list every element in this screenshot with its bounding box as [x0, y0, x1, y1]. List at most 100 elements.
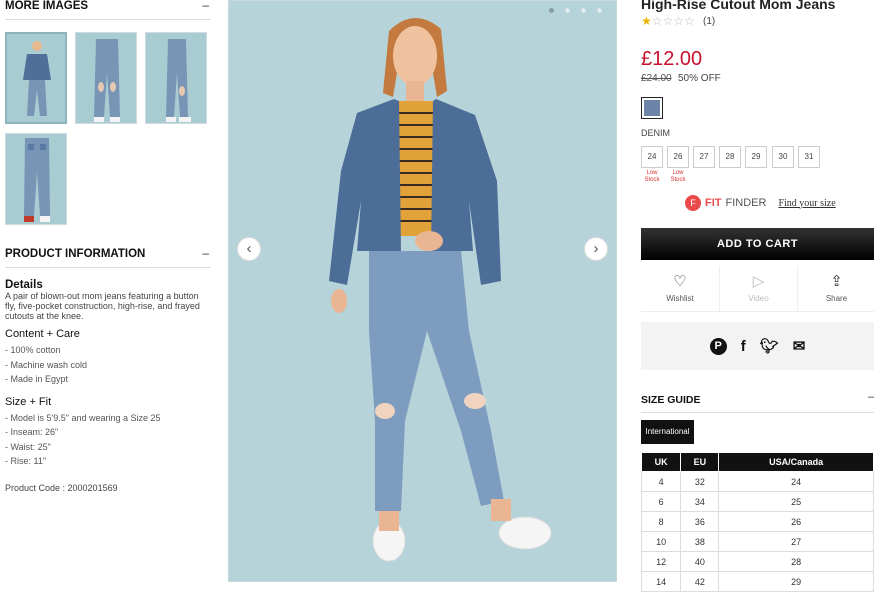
content-care-item: - 100% cotton: [5, 345, 61, 355]
heart-icon: ♡: [673, 273, 687, 290]
international-tab[interactable]: International: [641, 420, 694, 444]
thumbnail-4[interactable]: [5, 133, 67, 225]
email-icon[interactable]: ✉: [793, 337, 806, 355]
collapse-icon[interactable]: –: [202, 0, 209, 12]
thumbnail-3[interactable]: [145, 32, 207, 124]
size-guide-header[interactable]: SIZE GUIDE –: [641, 391, 874, 413]
table-row: 10 38 27: [640, 531, 874, 552]
current-price: £12.00: [641, 48, 703, 70]
more-images-title: MORE IMAGES: [5, 0, 89, 12]
size-option[interactable]: 24: [641, 146, 663, 168]
size-option[interactable]: 26: [667, 146, 689, 168]
color-swatch-denim[interactable]: [641, 97, 663, 119]
table-cell: 28: [718, 551, 874, 572]
product-code: Product Code : 2000201569: [5, 483, 118, 493]
size-option[interactable]: 28: [719, 146, 741, 168]
pinterest-icon[interactable]: P: [709, 337, 727, 355]
product-information-title: PRODUCT INFORMATION: [5, 248, 146, 260]
details-text: A pair of blown-out mom jeans featuring …: [5, 291, 200, 321]
main-product-image[interactable]: ‹ ›: [228, 0, 617, 582]
swatch-fill: [644, 100, 660, 116]
product-panel: High-Rise Cutout Mom Jeans ★☆☆☆☆ (1) £12…: [640, 0, 874, 601]
next-image-button[interactable]: ›: [584, 237, 608, 261]
left-column: MORE IMAGES – PRODUCT INFORMATION – Deta…: [0, 0, 215, 601]
table-cell: 10: [640, 531, 682, 552]
table-cell: 27: [718, 531, 874, 552]
fit-finder-label-finder: FINDER: [725, 197, 767, 209]
size-fit-item: - Rise: 11": [5, 456, 47, 466]
add-to-cart-button[interactable]: ADD TO CART: [641, 228, 874, 260]
table-cell: 29: [718, 571, 874, 592]
table-cell: 14: [640, 571, 682, 592]
review-count[interactable]: (1): [703, 16, 715, 27]
table-row: 8 36 26: [640, 511, 874, 532]
more-images-header[interactable]: MORE IMAGES –: [5, 0, 211, 20]
table-cell: 6: [640, 491, 682, 512]
discount-label: 50% OFF: [678, 73, 721, 84]
details-title: Details: [5, 279, 43, 291]
share-button[interactable]: ⇪ Share: [797, 266, 874, 312]
table-row: 12 40 28: [640, 551, 874, 572]
table-cell: 32: [680, 471, 720, 492]
table-cell: 42: [680, 571, 720, 592]
content-care-title: Content + Care: [5, 328, 80, 340]
column-header: EU: [680, 452, 720, 472]
collapse-icon[interactable]: –: [202, 246, 209, 260]
size-option[interactable]: 29: [745, 146, 767, 168]
play-icon: ▷: [752, 273, 765, 290]
table-cell: 36: [680, 511, 720, 532]
table-row: 6 34 25: [640, 491, 874, 512]
table-cell: 34: [680, 491, 720, 512]
table-cell: 4: [640, 471, 682, 492]
prev-image-button[interactable]: ‹: [237, 237, 261, 261]
share-label: Share: [825, 294, 848, 303]
column-header: UK: [640, 452, 682, 472]
carousel-dot[interactable]: [565, 8, 570, 13]
size-guide-table: UK EU USA/Canada 4 32 24 6 34 25 8 36 26…: [640, 452, 874, 592]
size-fit-item: - Waist: 25": [5, 442, 51, 452]
wishlist-label: Wishlist: [666, 294, 694, 303]
find-your-size-link[interactable]: Find your size: [778, 198, 835, 209]
table-header-row: UK EU USA/Canada: [640, 452, 874, 472]
low-stock-label: Low Stock: [644, 170, 660, 183]
model-illustration: [329, 17, 552, 562]
carousel-dot[interactable]: [581, 8, 586, 13]
table-cell: 24: [718, 471, 874, 492]
thumbnail-2[interactable]: [75, 32, 137, 124]
table-cell: 8: [640, 511, 682, 532]
video-label: Video: [748, 294, 769, 303]
size-fit-item: - Inseam: 26": [5, 427, 59, 437]
table-cell: 38: [680, 531, 720, 552]
fit-finder-icon: F: [685, 195, 701, 211]
social-share-bar: P f 🐦︎ ✉: [641, 322, 874, 370]
video-button[interactable]: ▷ Video: [719, 266, 797, 312]
content-care-item: - Machine wash cold: [5, 360, 88, 370]
size-option[interactable]: 30: [772, 146, 794, 168]
rating-stars-icon[interactable]: ★☆☆☆☆: [641, 14, 695, 28]
column-header: USA/Canada: [718, 452, 874, 472]
content-care-item: - Made in Egypt: [5, 374, 69, 384]
table-row: 14 42 29: [640, 571, 874, 592]
thumbnail-1[interactable]: [5, 32, 67, 124]
carousel-dots: [549, 8, 602, 13]
wishlist-button[interactable]: ♡ Wishlist: [641, 266, 719, 312]
facebook-icon[interactable]: f: [741, 338, 746, 355]
twitter-icon[interactable]: 🐦︎: [760, 337, 779, 355]
color-name: DENIM: [641, 128, 670, 138]
product-information-header[interactable]: PRODUCT INFORMATION –: [5, 246, 211, 268]
original-price: £24.00: [641, 73, 672, 84]
carousel-dot[interactable]: [549, 8, 554, 13]
size-guide-title: SIZE GUIDE: [641, 394, 701, 406]
carousel-dot[interactable]: [597, 8, 602, 13]
low-stock-label: Low Stock: [670, 170, 686, 183]
table-cell: 12: [640, 551, 682, 572]
share-icon: ⇪: [830, 273, 843, 290]
table-cell: 26: [718, 511, 874, 532]
size-option[interactable]: 27: [693, 146, 715, 168]
product-title: High-Rise Cutout Mom Jeans: [641, 0, 836, 12]
fit-finder[interactable]: F FIT FINDER Find your size: [685, 195, 836, 211]
product-actions: ♡ Wishlist ▷ Video ⇪ Share: [641, 266, 874, 312]
size-option[interactable]: 31: [798, 146, 820, 168]
collapse-icon[interactable]: –: [868, 391, 874, 403]
size-fit-title: Size + Fit: [5, 396, 52, 408]
